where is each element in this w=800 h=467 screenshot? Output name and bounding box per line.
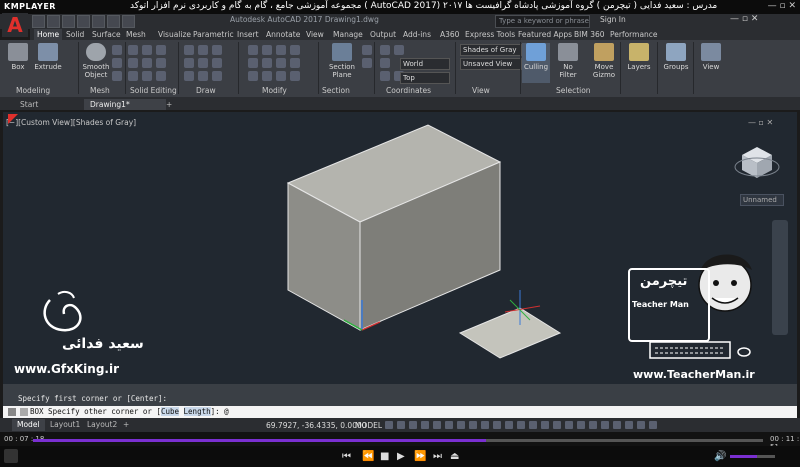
teacherman-logo-en: Teacher Man — [632, 300, 689, 309]
command-prompt-icon — [20, 408, 28, 416]
lock-icon[interactable] — [601, 421, 609, 429]
author-logo-icon — [43, 299, 82, 332]
gfxking-url-watermark: www.GfxKing.ir — [14, 362, 119, 376]
customization-icon[interactable] — [649, 421, 657, 429]
selection-cycling-icon[interactable] — [481, 421, 489, 429]
status-toggles — [385, 421, 661, 431]
caricature-eye-left — [713, 280, 719, 286]
dynamic-ucs-icon[interactable] — [505, 421, 513, 429]
forward-icon[interactable]: ⏩ — [414, 451, 426, 462]
teacherman-logo-fa: تیچرمن — [640, 274, 688, 289]
volume-level[interactable] — [730, 455, 757, 458]
snap-icon[interactable] — [397, 421, 405, 429]
lineweight-icon[interactable] — [457, 421, 465, 429]
navigation-bar[interactable] — [772, 220, 788, 335]
author-logo-accent — [57, 290, 75, 299]
viewcube-ucs-menu[interactable]: Unnamed — [740, 194, 784, 206]
hardware-acceleration-icon[interactable] — [625, 421, 633, 429]
play-icon[interactable]: ▶ — [397, 451, 405, 462]
eject-icon[interactable]: ⏏ — [450, 451, 459, 462]
annotation-monitor-icon[interactable] — [565, 421, 573, 429]
layout2-tab[interactable]: Layout2 — [82, 419, 122, 431]
workspace-icon[interactable] — [553, 421, 561, 429]
model-tab[interactable]: Model — [12, 419, 45, 431]
keyboard-icon — [649, 341, 731, 359]
wrench-icon[interactable] — [8, 408, 16, 416]
coordinate-readout[interactable]: 69.7927, -36.4335, 0.0000 — [266, 421, 367, 430]
stop-icon[interactable]: ■ — [380, 451, 389, 462]
clean-screen-icon[interactable] — [637, 421, 645, 429]
cube-option[interactable]: Cube — [160, 407, 180, 416]
author-name-watermark: سعید فدائی — [62, 336, 144, 352]
osnap-icon[interactable] — [433, 421, 441, 429]
rubberband-rectangle — [458, 307, 562, 359]
player-menu-icon[interactable] — [4, 449, 18, 463]
command-prompt-end: ]: @ — [210, 407, 229, 416]
otrack-icon[interactable] — [445, 421, 453, 429]
selection-filter-icon[interactable] — [517, 421, 525, 429]
teacherman-url-watermark: www.TeacherMan.ir — [633, 368, 755, 381]
units-icon[interactable] — [577, 421, 585, 429]
annotation-scale-icon[interactable] — [541, 421, 549, 429]
rewind-icon[interactable]: ⏪ — [362, 451, 374, 462]
previous-icon[interactable]: ⏮ — [342, 451, 351, 462]
add-layout-button[interactable]: + — [118, 419, 134, 431]
command-prompt-text: BOX Specify other corner or [ — [30, 407, 161, 416]
quick-properties-icon[interactable] — [589, 421, 597, 429]
gizmo-icon[interactable] — [529, 421, 537, 429]
mouse-icon — [737, 347, 751, 357]
layout1-tab[interactable]: Layout1 — [45, 419, 85, 431]
viewport-marker-icon — [8, 114, 18, 124]
isolate-icon[interactable] — [613, 421, 621, 429]
3d-osnap-icon[interactable] — [493, 421, 501, 429]
polar-icon[interactable] — [421, 421, 429, 429]
ortho-icon[interactable] — [409, 421, 417, 429]
seek-progress[interactable] — [33, 439, 486, 442]
model-space-button[interactable]: MODEL — [355, 421, 382, 430]
grid-icon[interactable] — [385, 421, 393, 429]
length-option[interactable]: Length — [183, 407, 211, 416]
transparency-icon[interactable] — [469, 421, 477, 429]
caricature-eye-right — [731, 280, 737, 286]
command-prompt[interactable]: BOX Specify other corner or [Cube Length… — [30, 407, 229, 416]
command-history-line: Specify first corner or [Center]: — [18, 394, 168, 403]
volume-icon[interactable]: 🔊 — [714, 451, 726, 462]
next-icon[interactable]: ⏭ — [433, 451, 442, 462]
